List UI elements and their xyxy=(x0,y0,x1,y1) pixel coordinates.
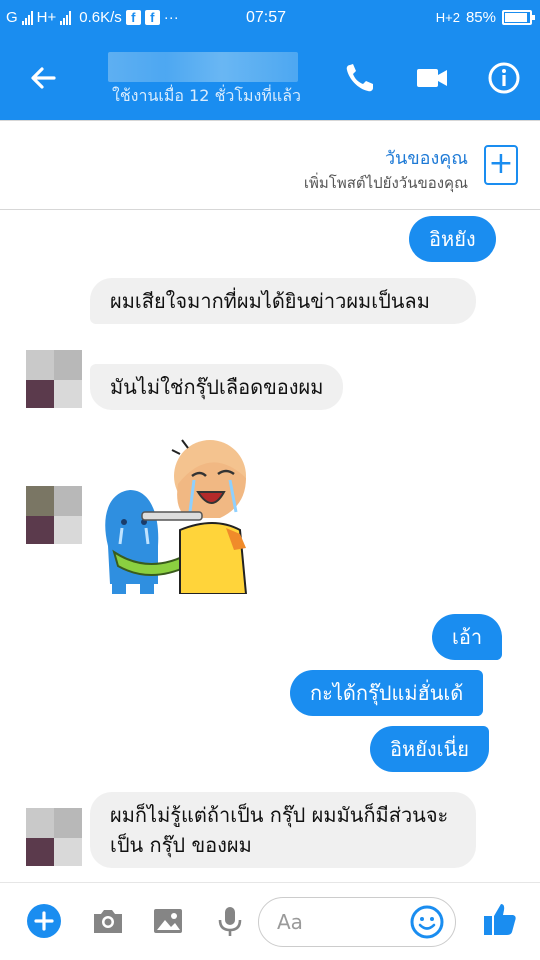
thumbs-up-icon[interactable] xyxy=(480,899,520,939)
plus-icon[interactable] xyxy=(26,903,62,939)
add-to-day-button[interactable]: + xyxy=(484,145,518,185)
message-input-placeholder: Aa xyxy=(277,910,303,934)
battery-icon xyxy=(502,10,535,25)
back-arrow-icon[interactable] xyxy=(24,58,64,98)
status-left: G H+ 0.6K/s f f ··· xyxy=(6,9,179,26)
facebook-icon-2: f xyxy=(144,10,160,25)
contact-name-blurred[interactable] xyxy=(108,52,298,82)
signal-icon-2 xyxy=(60,10,72,25)
network2-label: H+2 xyxy=(435,10,460,25)
facebook-icon: f xyxy=(125,10,141,25)
info-icon[interactable] xyxy=(484,58,524,98)
your-day-banner[interactable]: วันของคุณ เพิ่มโพสต์ไปยังวันของคุณ + xyxy=(0,120,540,210)
your-day-subtitle: เพิ่มโพสต์ไปยังวันของคุณ xyxy=(303,174,468,192)
video-call-icon[interactable] xyxy=(412,58,452,98)
message-input[interactable]: Aa xyxy=(258,897,456,947)
active-status: ใช้งานเมื่อ 12 ชั่วโมงที่แล้ว xyxy=(112,86,302,105)
message-bubble-incoming[interactable]: ผมเสียใจมากที่ผมได้ยินข่าวผมเป็นลม xyxy=(90,278,476,324)
clock: 07:57 xyxy=(246,9,287,26)
signal-icon xyxy=(21,10,33,25)
contact-avatar[interactable] xyxy=(26,486,82,544)
camera-icon[interactable] xyxy=(90,903,126,939)
message-composer: Aa xyxy=(0,882,540,960)
crying-sticker-image[interactable] xyxy=(100,434,250,594)
speed-label: 0.6K/s xyxy=(79,9,122,26)
your-day-title: วันของคุณ xyxy=(384,148,468,169)
emoji-icon[interactable] xyxy=(409,904,445,940)
more-notifications-icon: ··· xyxy=(163,9,179,26)
contact-avatar[interactable] xyxy=(26,350,82,408)
image-gallery-icon[interactable] xyxy=(150,903,186,939)
status-bar: G H+ 0.6K/s f f ··· 07:57 H+2 85% xyxy=(0,0,540,36)
status-right: H+2 85% xyxy=(435,9,535,26)
microphone-icon[interactable] xyxy=(212,903,248,939)
battery-percent: 85% xyxy=(465,9,496,26)
message-bubble-outgoing[interactable]: กะได้กรุ๊ปแม่ฮั่นเด้ xyxy=(290,670,484,716)
message-bubble-incoming[interactable]: ผมก็ไม่รู้แต่ถ้าเป็น กรุ๊ป ผมมันก็มีส่วน… xyxy=(90,792,476,868)
contact-avatar[interactable] xyxy=(26,808,82,866)
carrier-label: G xyxy=(6,9,18,26)
phone-call-icon[interactable] xyxy=(340,58,380,98)
message-bubble-incoming[interactable]: มันไม่ใช่กรุ๊ปเลือดของผม xyxy=(90,364,344,410)
chat-header: ใช้งานเมื่อ 12 ชั่วโมงที่แล้ว xyxy=(0,36,540,120)
message-bubble-outgoing[interactable]: อิหยังเนี่ย xyxy=(370,726,489,772)
network-label: H+ xyxy=(36,9,57,26)
message-bubble-outgoing[interactable]: เอ้า xyxy=(432,614,503,660)
message-bubble-outgoing[interactable]: อิหยัง xyxy=(409,216,496,262)
